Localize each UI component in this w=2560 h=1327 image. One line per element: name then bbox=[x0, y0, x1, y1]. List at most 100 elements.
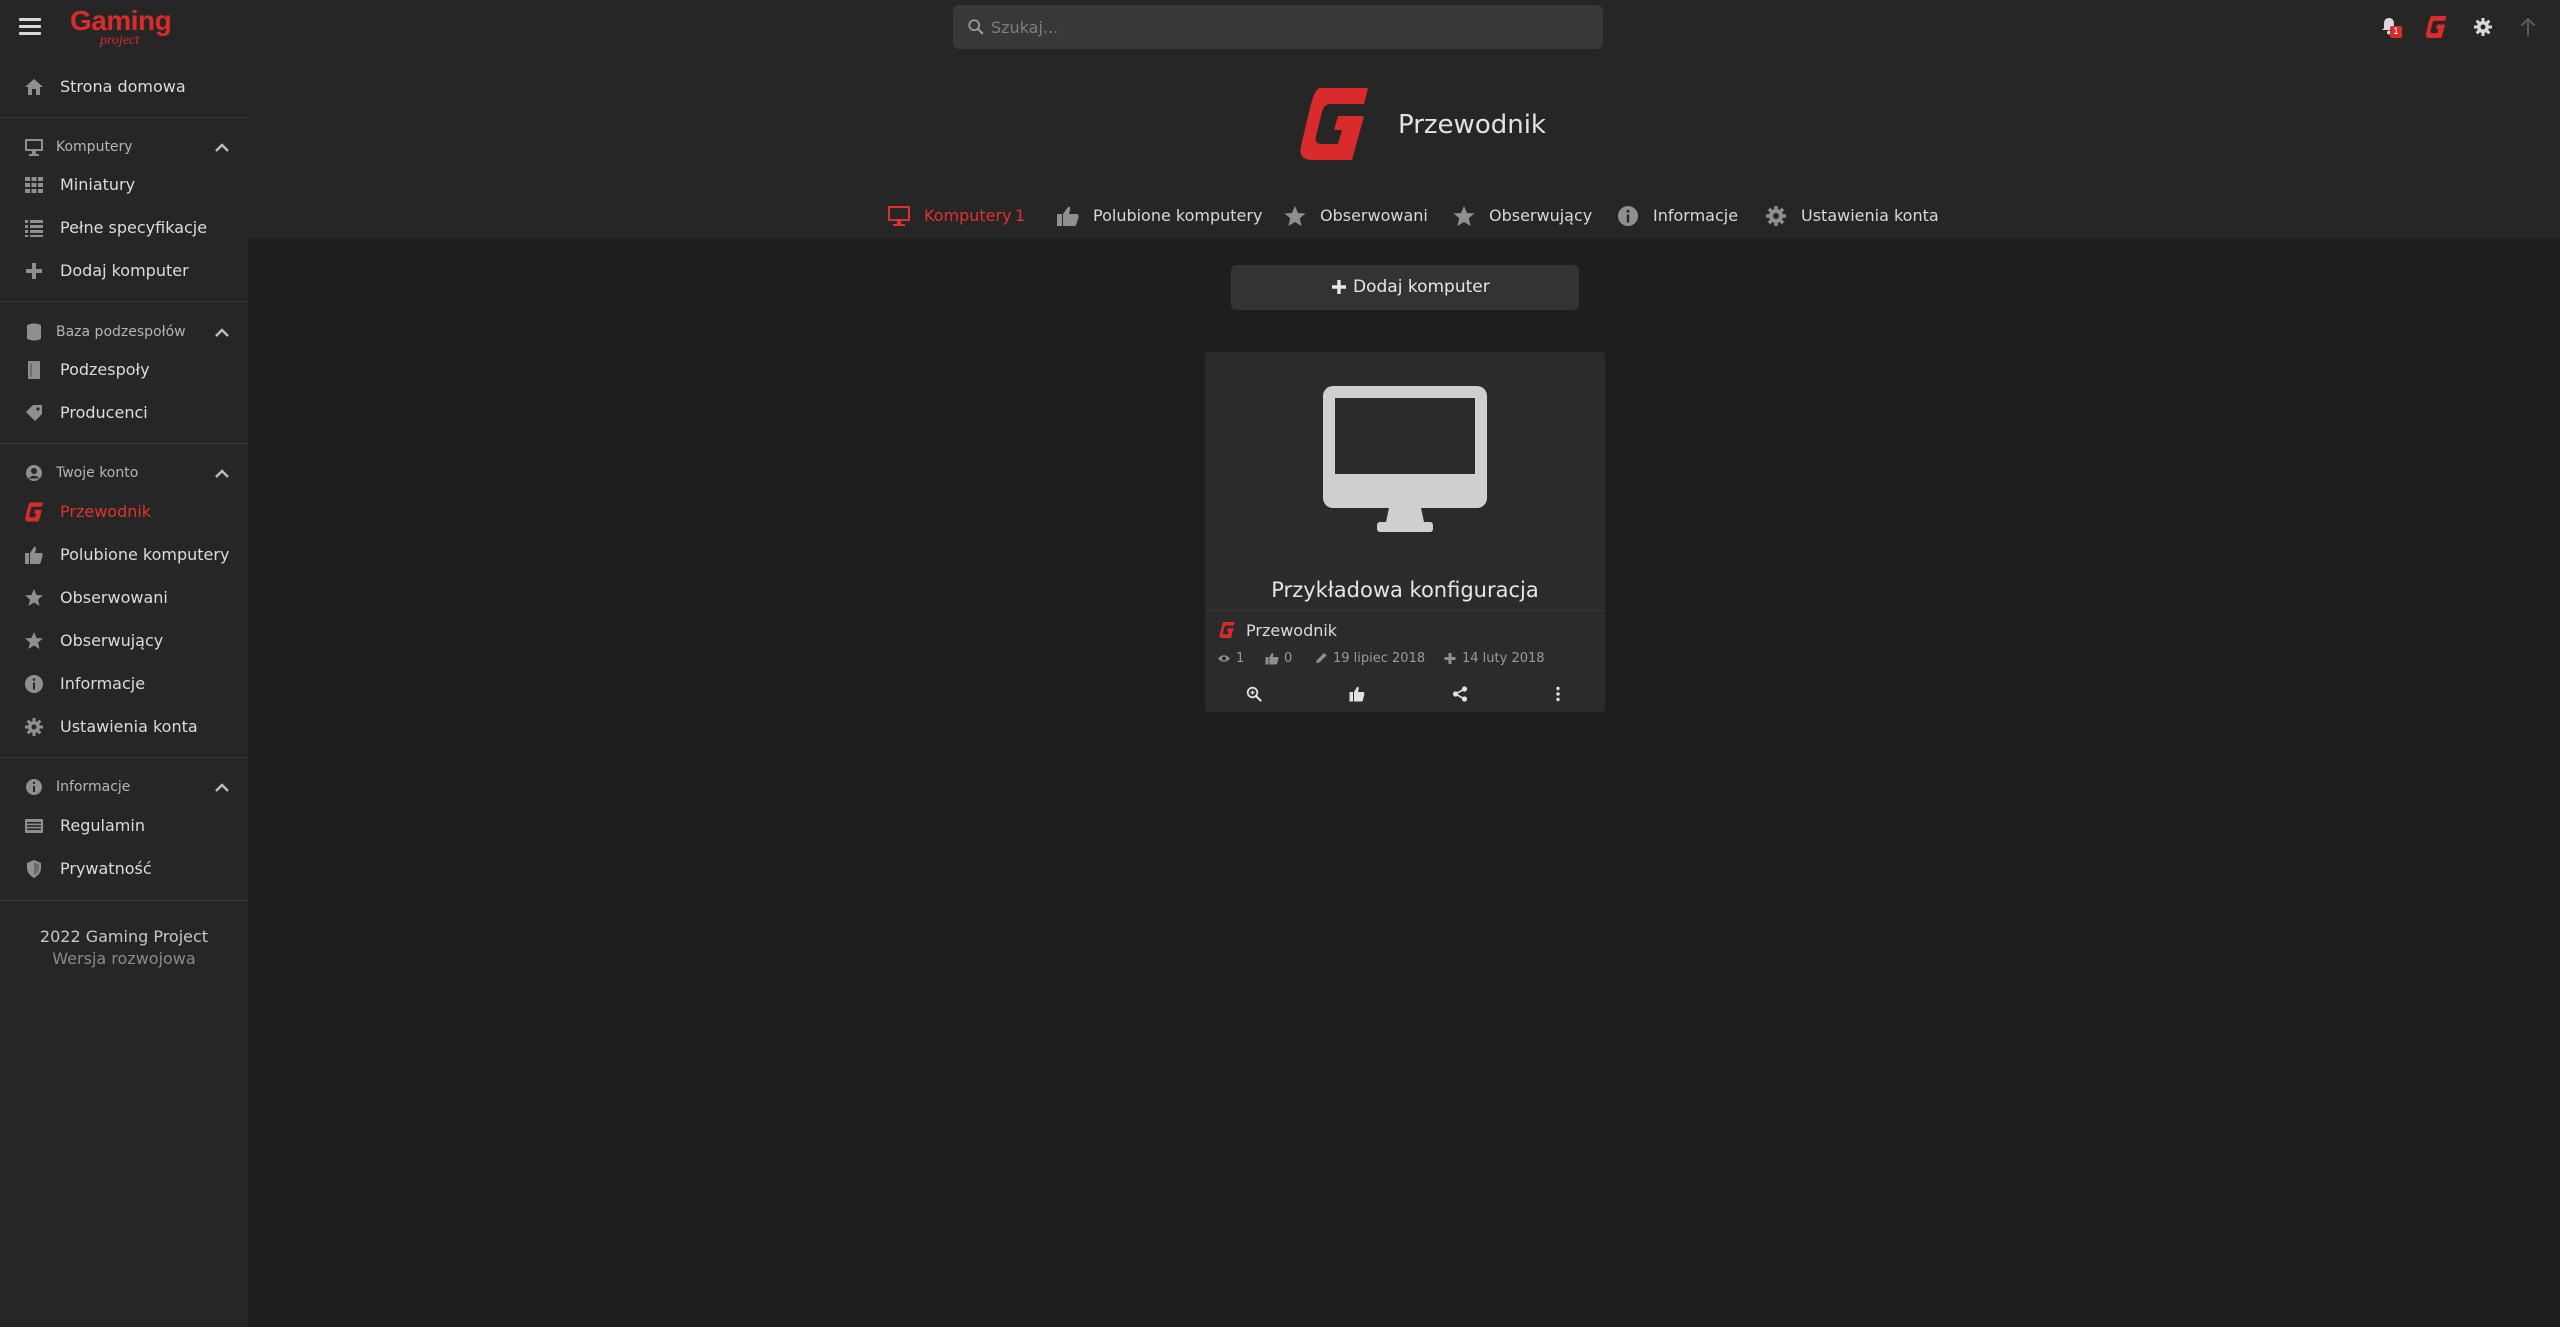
sidebar-item-label: Podzespoły bbox=[60, 360, 150, 379]
tab-account-settings[interactable]: Ustawienia konta bbox=[1764, 203, 1939, 233]
thumbs-up-icon bbox=[1349, 686, 1365, 702]
sidebar-item-information[interactable]: Informacje bbox=[0, 664, 248, 704]
likes-count: 0 bbox=[1284, 651, 1293, 666]
views-count: 1 bbox=[1236, 651, 1245, 666]
zoom-in-icon bbox=[1246, 686, 1262, 702]
computer-thumbnail[interactable] bbox=[1323, 386, 1487, 532]
profile-avatar bbox=[1300, 88, 1368, 160]
created-date: 14 luty 2018 bbox=[1462, 651, 1545, 666]
divider bbox=[0, 443, 248, 444]
sidebar-item-label: Producenci bbox=[60, 403, 148, 422]
section-parts-database[interactable]: Baza podzespołów bbox=[0, 315, 248, 349]
plus-icon bbox=[1444, 653, 1456, 664]
tab-label: Komputery bbox=[924, 206, 1012, 225]
plus-icon bbox=[1332, 280, 1346, 294]
sidebar-item-manufacturers[interactable]: Producenci bbox=[0, 393, 248, 433]
star-icon bbox=[1284, 206, 1306, 226]
section-title: Twoje konto bbox=[56, 465, 139, 481]
shield-icon bbox=[27, 860, 41, 878]
divider bbox=[1205, 610, 1605, 611]
section-computers[interactable]: Komputery bbox=[0, 130, 248, 164]
search-bar[interactable] bbox=[953, 5, 1603, 49]
home-icon bbox=[25, 79, 43, 95]
menu-icon[interactable] bbox=[19, 18, 41, 38]
sidebar-item-following[interactable]: Obserwowani bbox=[0, 578, 248, 618]
sidebar-item-thumbnails[interactable]: Miniatury bbox=[0, 165, 248, 205]
divider bbox=[0, 757, 248, 758]
card-title[interactable]: Przykładowa konfiguracja bbox=[1205, 578, 1605, 602]
sidebar-item-label: Regulamin bbox=[60, 816, 145, 835]
sidebar-item-label: Przewodnik bbox=[60, 502, 152, 521]
sidebar-item-account-settings[interactable]: Ustawienia konta bbox=[0, 707, 248, 747]
sidebar-item-label: Prywatność bbox=[60, 859, 152, 878]
profile-button[interactable] bbox=[2423, 14, 2449, 40]
notifications-button[interactable]: 1 bbox=[2377, 14, 2403, 40]
scroll-top-button[interactable] bbox=[2515, 14, 2541, 40]
sidebar-item-components[interactable]: Podzespoły bbox=[0, 350, 248, 390]
add-computer-button[interactable]: Dodaj komputer bbox=[1231, 265, 1579, 310]
computer-card: Przykładowa konfiguracja Przewodnik 1 0 … bbox=[1205, 352, 1605, 712]
tab-computers[interactable]: Komputery 1 bbox=[887, 203, 1027, 233]
section-your-account[interactable]: Twoje konto bbox=[0, 456, 248, 490]
tag-icon bbox=[26, 405, 42, 421]
edited-date: 19 lipiec 2018 bbox=[1333, 651, 1426, 666]
monitor-icon bbox=[888, 206, 910, 226]
sidebar-item-label: Informacje bbox=[60, 674, 146, 693]
arrow-up-icon bbox=[2521, 18, 2535, 36]
search-input[interactable] bbox=[991, 5, 1591, 49]
tab-label: Polubione komputery bbox=[1093, 206, 1263, 225]
share-icon bbox=[1452, 686, 1468, 702]
sidebar-item-label: Obserwujący bbox=[60, 631, 164, 650]
chevron-up-icon bbox=[215, 469, 229, 478]
top-bar: Gaming project 1 bbox=[0, 0, 2560, 55]
info-icon bbox=[25, 675, 43, 693]
site-logo[interactable]: Gaming project bbox=[70, 5, 180, 48]
sidebar-item-followers[interactable]: Obserwujący bbox=[0, 621, 248, 661]
sidebar-item-terms[interactable]: Regulamin bbox=[0, 806, 248, 846]
database-icon bbox=[27, 323, 41, 341]
like-button[interactable] bbox=[1341, 682, 1373, 706]
sidebar-item-przewodnik[interactable]: Przewodnik bbox=[0, 492, 248, 532]
info-icon bbox=[1618, 206, 1638, 226]
tab-liked-computers[interactable]: Polubione komputery bbox=[1056, 203, 1262, 233]
g-logo-icon bbox=[1219, 622, 1235, 638]
sidebar-item-add-computer[interactable]: Dodaj komputer bbox=[0, 251, 248, 291]
footer-version: Wersja rozwojowa bbox=[52, 949, 196, 968]
monitor-icon bbox=[25, 139, 43, 156]
logo-sub-text: project bbox=[100, 33, 140, 48]
star-icon bbox=[25, 589, 43, 606]
user-circle-icon bbox=[26, 465, 42, 481]
more-vertical-icon bbox=[1556, 686, 1560, 702]
sidebar-item-privacy[interactable]: Prywatność bbox=[0, 849, 248, 889]
gear-icon bbox=[2474, 18, 2492, 36]
sidebar-item-label: Ustawienia konta bbox=[60, 717, 198, 736]
sidebar-item-full-specs[interactable]: Pełne specyfikacje bbox=[0, 208, 248, 248]
add-computer-label: Dodaj komputer bbox=[1353, 277, 1490, 297]
list-icon bbox=[25, 220, 43, 237]
star-icon bbox=[1453, 206, 1475, 226]
star-icon bbox=[25, 632, 43, 649]
thumbs-up-icon bbox=[1057, 206, 1079, 226]
zoom-button[interactable] bbox=[1238, 682, 1270, 706]
tab-following[interactable]: Obserwowani bbox=[1283, 203, 1428, 233]
gear-icon bbox=[1766, 206, 1786, 226]
tab-label: Obserwowani bbox=[1320, 206, 1428, 225]
search-icon bbox=[968, 19, 984, 35]
section-title: Komputery bbox=[56, 139, 133, 155]
tab-followers[interactable]: Obserwujący bbox=[1452, 203, 1592, 233]
chevron-up-icon bbox=[215, 783, 229, 792]
sidebar-item-liked-computers[interactable]: Polubione komputery bbox=[0, 535, 248, 575]
chevron-up-icon bbox=[215, 143, 229, 152]
sidebar-item-home[interactable]: Strona domowa bbox=[0, 67, 248, 107]
tab-label: Obserwujący bbox=[1489, 206, 1593, 225]
chevron-up-icon bbox=[215, 328, 229, 337]
settings-button[interactable] bbox=[2470, 14, 2496, 40]
more-options-button[interactable] bbox=[1542, 682, 1574, 706]
g-logo-icon bbox=[2425, 16, 2447, 38]
pencil-icon bbox=[1316, 653, 1327, 663]
footer-copyright: 2022 Gaming Project bbox=[39, 927, 209, 946]
section-information[interactable]: Informacje bbox=[0, 770, 248, 804]
tab-count: 1 bbox=[1015, 206, 1026, 225]
share-button[interactable] bbox=[1444, 682, 1476, 706]
tab-information[interactable]: Informacje bbox=[1616, 203, 1738, 233]
